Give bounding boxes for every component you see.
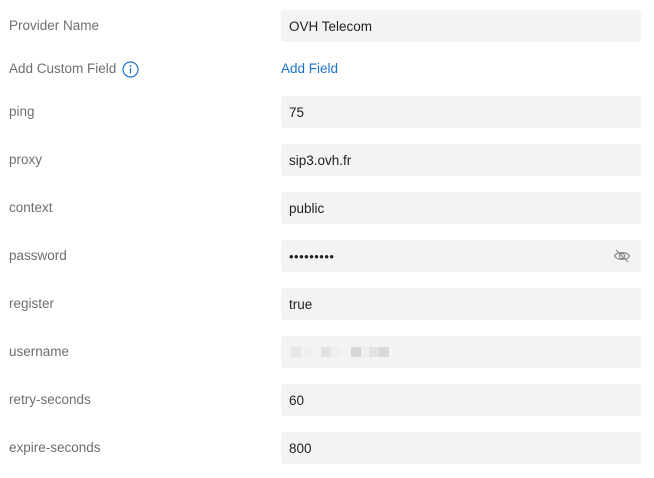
row-provider-name: Provider Name OVH Telecom [0, 10, 654, 42]
register-label: register [9, 296, 55, 311]
context-input[interactable]: public [281, 192, 641, 224]
row-expire-seconds: expire-seconds 800 [0, 432, 654, 464]
context-label: context [9, 200, 53, 215]
provider-form: Provider Name OVH Telecom Add Custom Fie… [0, 0, 654, 478]
retry-seconds-value: 60 [289, 392, 305, 408]
provider-name-input[interactable]: OVH Telecom [281, 10, 641, 42]
context-value: public [289, 200, 325, 216]
ping-value: 75 [289, 104, 305, 120]
row-register: register true [0, 288, 654, 320]
retry-seconds-label: retry-seconds [9, 392, 91, 407]
custom-field-label: Add Custom Field [9, 61, 117, 76]
register-value: true [289, 296, 313, 312]
username-label: username [9, 344, 70, 359]
row-password: password ••••••••• [0, 240, 654, 272]
expire-seconds-label: expire-seconds [9, 440, 101, 455]
row-context: context public [0, 192, 654, 224]
info-icon[interactable] [122, 60, 139, 78]
row-retry-seconds: retry-seconds 60 [0, 384, 654, 416]
provider-name-label: Provider Name [9, 18, 100, 33]
eye-slash-icon[interactable] [613, 248, 631, 264]
password-value: ••••••••• [289, 248, 335, 264]
retry-seconds-input[interactable]: 60 [281, 384, 641, 416]
expire-seconds-value: 800 [289, 440, 312, 456]
username-input[interactable] [281, 336, 641, 368]
row-proxy: proxy sip3.ovh.fr [0, 144, 654, 176]
username-redacted-value [289, 346, 389, 358]
row-ping: ping 75 [0, 96, 654, 128]
row-username: username [0, 336, 654, 368]
ping-label: ping [9, 104, 35, 119]
custom-field-label-group: Add Custom Field [9, 53, 139, 85]
expire-seconds-input[interactable]: 800 [281, 432, 641, 464]
row-custom-field: Add Custom Field Add Field [0, 53, 654, 85]
add-field-link[interactable]: Add Field [281, 53, 338, 85]
register-input[interactable]: true [281, 288, 641, 320]
password-label: password [9, 248, 67, 263]
proxy-input[interactable]: sip3.ovh.fr [281, 144, 641, 176]
provider-name-value: OVH Telecom [289, 18, 373, 34]
ping-input[interactable]: 75 [281, 96, 641, 128]
proxy-value: sip3.ovh.fr [289, 152, 352, 168]
password-input[interactable]: ••••••••• [281, 240, 641, 272]
proxy-label: proxy [9, 152, 43, 167]
